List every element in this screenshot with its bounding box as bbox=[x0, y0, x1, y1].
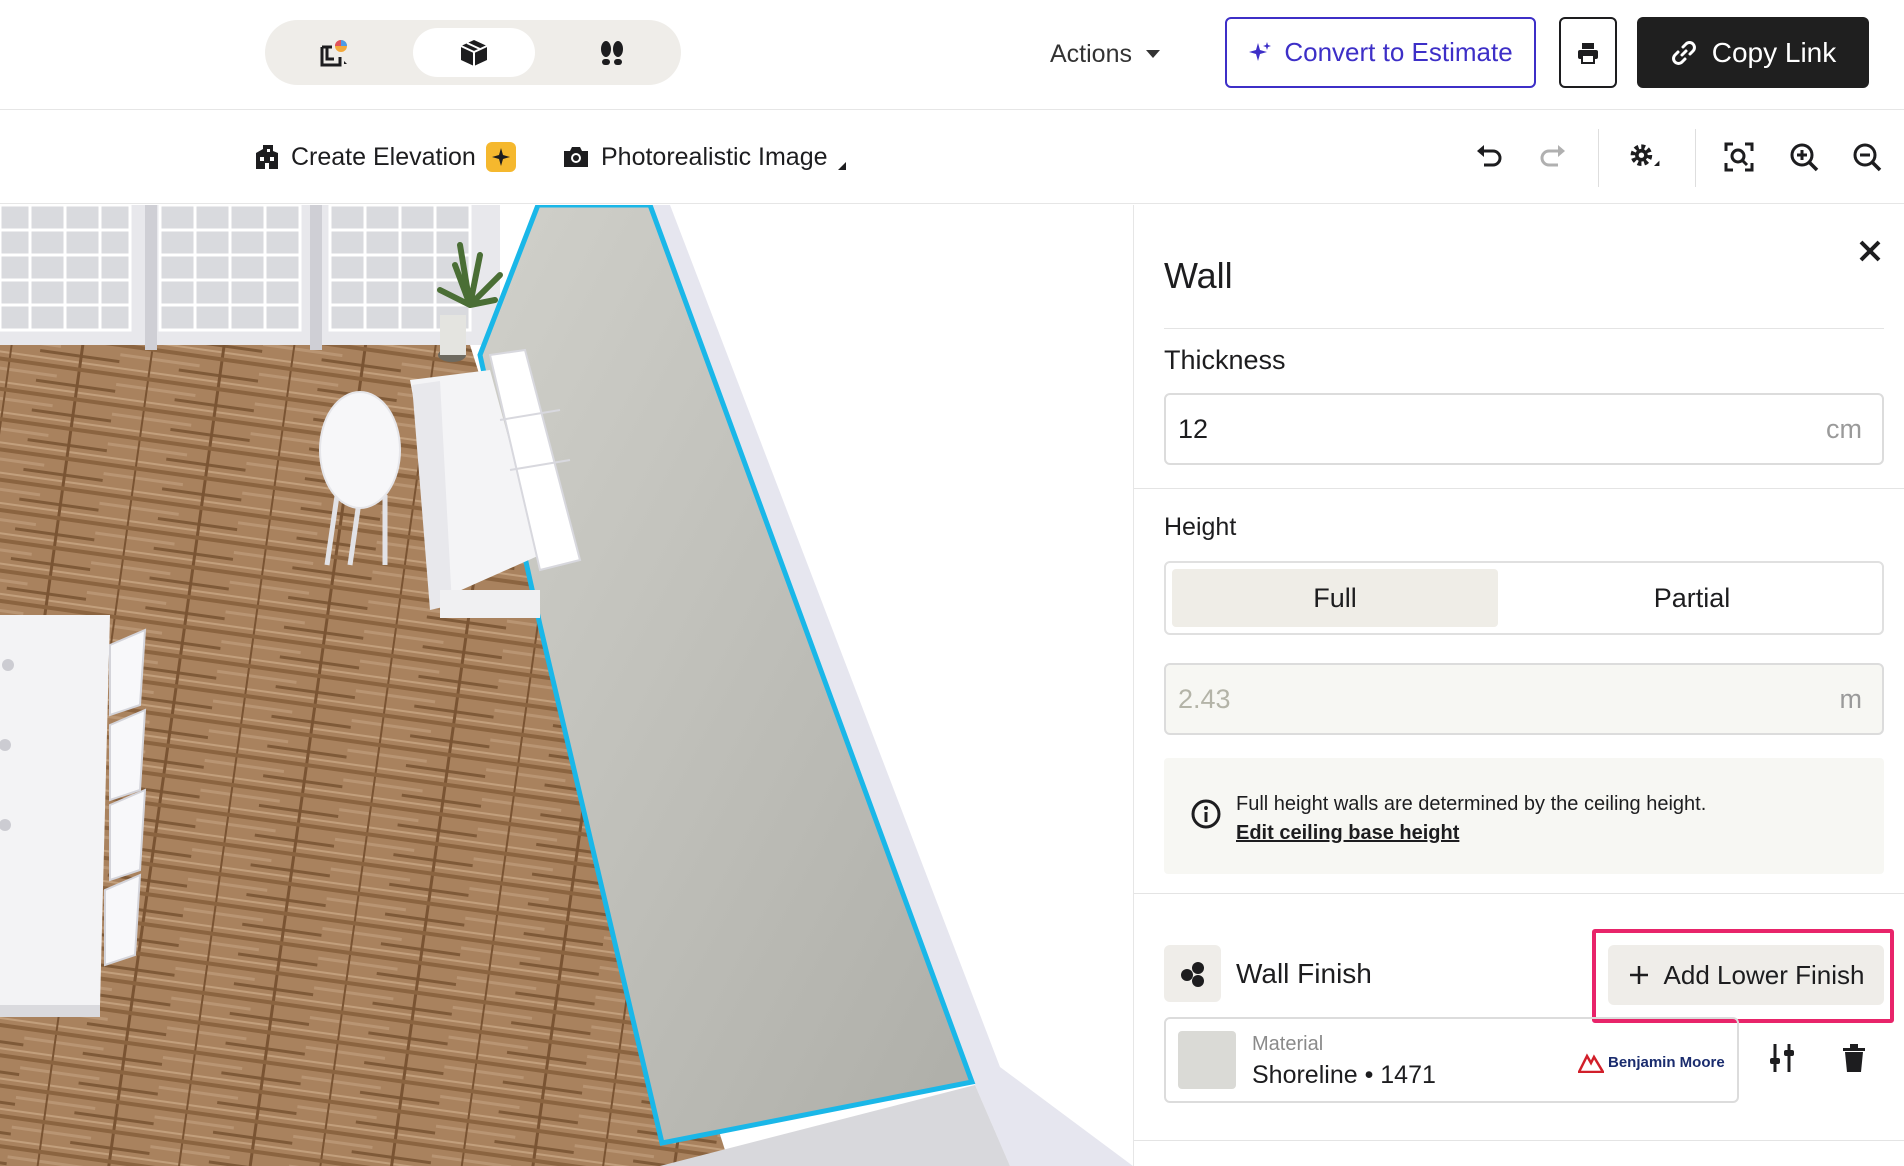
ai-sparkle-badge bbox=[485, 142, 516, 172]
convert-to-estimate-button[interactable]: Convert to Estimate bbox=[1225, 17, 1536, 88]
trash-icon bbox=[1843, 1044, 1865, 1072]
dropdown-corner-icon bbox=[837, 162, 846, 170]
3d-scene bbox=[0, 205, 1133, 1166]
plus-icon bbox=[1629, 966, 1648, 984]
canvas-toolbar: Create Elevation Photorealistic Image bbox=[0, 111, 1904, 204]
paint-swatch-icon bbox=[1180, 961, 1204, 987]
divider bbox=[1134, 893, 1904, 894]
thickness-unit: cm bbox=[1826, 413, 1862, 444]
floorplan-2d-icon bbox=[320, 39, 347, 66]
wall-properties-panel: Wall Thickness 12 cm Height Full Partial… bbox=[1133, 205, 1904, 1166]
thickness-input[interactable]: 12 cm bbox=[1164, 393, 1884, 465]
material-label: Material bbox=[1252, 1033, 1324, 1055]
dining-table bbox=[0, 615, 110, 1017]
wall-finish-icon-box bbox=[1164, 945, 1221, 1002]
benjamin-moore-logo-icon bbox=[1578, 1053, 1604, 1073]
view-3d-button[interactable] bbox=[413, 28, 535, 77]
chevron-down-icon bbox=[1145, 50, 1160, 58]
sparkle-icon bbox=[491, 148, 510, 166]
zoom-out-button[interactable] bbox=[1849, 139, 1885, 175]
view-mode-toggle bbox=[265, 20, 681, 85]
close-icon bbox=[1859, 240, 1881, 262]
fit-view-button[interactable] bbox=[1721, 139, 1757, 175]
window-mullion bbox=[310, 205, 322, 350]
camera-icon bbox=[564, 147, 588, 167]
close-panel-button[interactable] bbox=[1854, 235, 1886, 267]
create-elevation-label: Create Elevation bbox=[291, 142, 476, 171]
panel-title: Wall bbox=[1164, 255, 1233, 296]
height-label: Height bbox=[1164, 513, 1237, 541]
adjust-material-button[interactable] bbox=[1764, 1040, 1800, 1076]
height-unit: m bbox=[1839, 683, 1863, 714]
toolbar-divider bbox=[1598, 129, 1599, 187]
material-color-swatch bbox=[1178, 1031, 1236, 1089]
fit-view-icon bbox=[1724, 142, 1754, 172]
info-text: Full height walls are determined by the … bbox=[1236, 790, 1706, 848]
brand-name: Benjamin Moore bbox=[1608, 1053, 1725, 1071]
photorealistic-image-button[interactable]: Photorealistic Image bbox=[561, 139, 846, 175]
convert-label: Convert to Estimate bbox=[1284, 37, 1513, 67]
info-icon bbox=[1191, 799, 1221, 829]
ceiling-info-box: Full height walls are determined by the … bbox=[1164, 758, 1884, 874]
window-panes bbox=[0, 205, 472, 332]
window-mullion bbox=[145, 205, 157, 350]
zoom-in-button[interactable] bbox=[1786, 139, 1822, 175]
redo-icon bbox=[1540, 145, 1565, 167]
divider bbox=[1134, 488, 1904, 489]
copy-link-button[interactable]: Copy Link bbox=[1637, 17, 1869, 88]
settings-gear-icon bbox=[1630, 144, 1660, 167]
photorealistic-label: Photorealistic Image bbox=[601, 142, 828, 171]
info-message: Full height walls are determined by the … bbox=[1236, 793, 1707, 815]
thickness-label: Thickness bbox=[1164, 345, 1286, 375]
view-walkthrough-button[interactable] bbox=[551, 28, 673, 77]
zoom-out-icon bbox=[1853, 143, 1882, 172]
walkthrough-footsteps-icon bbox=[601, 40, 623, 65]
add-lower-finish-button[interactable]: Add Lower Finish bbox=[1608, 945, 1884, 1005]
height-value: 2.43 bbox=[1178, 683, 1231, 714]
redo-button[interactable] bbox=[1535, 139, 1571, 175]
add-lower-finish-label: Add Lower Finish bbox=[1663, 959, 1865, 990]
top-bar: Actions Convert to Estimate Copy Link bbox=[0, 0, 1904, 110]
zoom-in-icon bbox=[1790, 143, 1819, 172]
wall-finish-label: Wall Finish bbox=[1236, 958, 1372, 989]
copy-link-label: Copy Link bbox=[1711, 36, 1837, 68]
sliders-icon bbox=[1770, 1044, 1794, 1072]
box-3d-icon bbox=[460, 39, 488, 66]
building-icon bbox=[256, 145, 278, 169]
view-2d-button[interactable] bbox=[273, 28, 395, 77]
printer-icon bbox=[1578, 42, 1598, 64]
create-elevation-button[interactable]: Create Elevation bbox=[253, 139, 516, 175]
undo-button[interactable] bbox=[1471, 139, 1507, 175]
actions-label: Actions bbox=[1050, 39, 1132, 68]
toolbar-divider bbox=[1695, 129, 1696, 187]
height-full-option[interactable]: Full bbox=[1172, 569, 1498, 627]
brand-logo: Benjamin Moore bbox=[1578, 1051, 1725, 1073]
3d-canvas[interactable] bbox=[0, 205, 1133, 1166]
undo-icon bbox=[1477, 145, 1502, 167]
settings-button[interactable] bbox=[1627, 139, 1663, 175]
height-input: 2.43 m bbox=[1164, 663, 1884, 735]
material-name: Shoreline • 1471 bbox=[1252, 1061, 1436, 1089]
actions-dropdown[interactable]: Actions bbox=[1050, 36, 1160, 72]
print-button[interactable] bbox=[1559, 17, 1617, 88]
height-mode-segmented-control: Full Partial bbox=[1164, 561, 1884, 635]
height-partial-option[interactable]: Partial bbox=[1506, 569, 1878, 627]
divider bbox=[1134, 1140, 1904, 1141]
thickness-value: 12 bbox=[1178, 413, 1209, 444]
edit-ceiling-height-link[interactable]: Edit ceiling base height bbox=[1236, 819, 1706, 848]
delete-material-button[interactable] bbox=[1836, 1040, 1872, 1076]
divider bbox=[1164, 328, 1884, 329]
sparkle-icon bbox=[1249, 41, 1272, 61]
link-icon bbox=[1671, 40, 1696, 65]
material-card[interactable]: Material Shoreline • 1471 Benjamin Moore bbox=[1164, 1017, 1739, 1103]
